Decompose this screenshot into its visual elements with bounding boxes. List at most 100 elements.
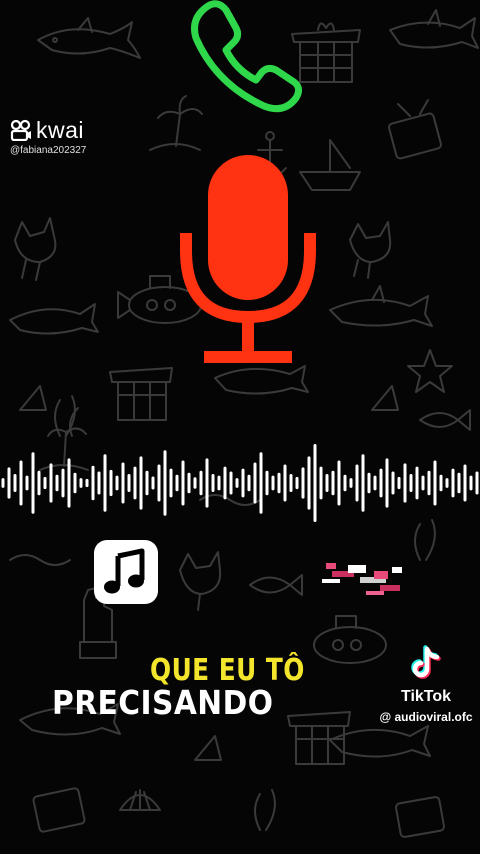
tiktok-brand-name: TikTok xyxy=(400,688,452,705)
waveform-bar xyxy=(187,472,191,494)
cat-doodle xyxy=(14,217,57,281)
phone-icon xyxy=(191,0,303,113)
waveform-bar xyxy=(295,476,299,490)
waveform-bar xyxy=(49,463,53,503)
waveform-bar xyxy=(475,471,479,495)
tiktok-icon xyxy=(411,645,441,679)
waveform-bar xyxy=(415,466,419,500)
waveform-bar xyxy=(241,468,245,498)
fish-doodle xyxy=(249,574,303,596)
waveform-bar xyxy=(13,473,17,493)
waveform-bar xyxy=(97,471,101,495)
waveform-bar xyxy=(145,470,149,496)
waveform-bar xyxy=(463,464,467,502)
waveform-bar xyxy=(223,466,227,500)
shark-doodle xyxy=(389,9,479,49)
tv-doodle xyxy=(388,99,442,160)
waveform-bar xyxy=(319,466,323,500)
waveform-bar xyxy=(343,474,347,492)
shark-doodle xyxy=(214,365,309,395)
waveform-bar xyxy=(457,472,461,494)
waveform-bar xyxy=(235,478,239,488)
waveform-bar xyxy=(211,473,215,493)
waveform-bar xyxy=(277,472,281,494)
waveform-bar xyxy=(169,468,173,498)
shell-doodle xyxy=(119,789,161,811)
waveform-bar xyxy=(79,478,83,488)
waveform-bar xyxy=(61,468,65,498)
waveform-bar xyxy=(289,473,293,493)
waveform-bar xyxy=(199,470,203,496)
waveform-bar xyxy=(307,456,311,510)
waveform-bar xyxy=(313,444,317,522)
waveform-bar xyxy=(91,465,95,501)
waveform-bar xyxy=(361,454,365,512)
waveform-bar xyxy=(121,462,125,504)
kwai-logo: kwai xyxy=(10,117,86,143)
plant-doodle xyxy=(54,395,79,437)
waveform-bar xyxy=(385,458,389,508)
waveform-bar xyxy=(31,452,35,514)
waveform-bar xyxy=(139,456,143,510)
waveform-bar xyxy=(271,475,275,491)
waveform-bar xyxy=(7,467,11,499)
waveform-bar xyxy=(127,473,131,493)
waveform-bar xyxy=(397,476,401,490)
waveform-bar xyxy=(325,473,329,493)
waveform-bar xyxy=(379,468,383,498)
waveform-bar xyxy=(85,478,89,488)
waveform-bar xyxy=(283,464,287,502)
waveform-bar xyxy=(37,470,41,496)
waveform-bar xyxy=(253,462,257,504)
kwai-watermark: kwai @fabiana202327 xyxy=(10,117,86,156)
fish-doodle xyxy=(419,409,471,431)
starfish-doodle xyxy=(407,349,453,393)
waveform-bar xyxy=(181,460,185,506)
waveform-bar xyxy=(55,474,59,492)
waveform-bar xyxy=(367,472,371,494)
waveform-bar xyxy=(421,475,425,491)
waveform-bar xyxy=(403,463,407,503)
waveform-bar xyxy=(451,468,455,498)
tv-doodle xyxy=(395,796,445,838)
waveform-bar xyxy=(43,476,47,490)
waveform-bar xyxy=(19,460,23,506)
shark-doodle xyxy=(9,303,99,335)
glitch-artifact xyxy=(322,563,402,595)
tiktok-username: @ audioviral.ofc xyxy=(379,710,473,724)
waveform-bar xyxy=(205,458,209,508)
waveform-bar xyxy=(67,458,71,508)
waveform-bar xyxy=(25,475,29,491)
waveform-bar xyxy=(301,467,305,499)
waveform-bar xyxy=(193,477,197,489)
waveform-bar xyxy=(157,464,161,502)
waveform-bar xyxy=(373,475,377,491)
gift-box-doodle xyxy=(109,367,173,421)
waveform-bar xyxy=(265,470,269,496)
video-frame: kwai @fabiana202327 QUE EU TÔ PRECISANDO xyxy=(0,0,480,854)
cat-doodle xyxy=(349,221,392,279)
waveform-bar xyxy=(337,460,341,506)
waveform-bar xyxy=(391,471,395,495)
waveform-bar xyxy=(229,471,233,495)
waveform-bar xyxy=(247,474,251,492)
microphone-icon xyxy=(180,155,316,363)
kwai-brand-name: kwai xyxy=(36,117,85,143)
audio-waveform xyxy=(1,444,479,522)
cat-doodle xyxy=(179,551,222,611)
music-note-icon xyxy=(104,548,145,594)
tiktok-watermark: TikTok @ audioviral.ofc xyxy=(372,645,480,724)
kwai-username: @fabiana202327 xyxy=(10,145,87,156)
waveform-bar xyxy=(439,474,443,492)
kwai-icon xyxy=(10,119,31,141)
music-app-icon xyxy=(94,540,158,604)
waveform-bar xyxy=(409,473,413,493)
waveform-bar xyxy=(259,452,263,514)
waveform-bar xyxy=(469,475,473,491)
waveform-bar xyxy=(163,450,167,516)
waveform-bar xyxy=(1,478,5,488)
waveform-bar xyxy=(355,464,359,502)
tv-doodle xyxy=(32,787,86,833)
waveform-bar xyxy=(175,474,179,492)
shark-doodle xyxy=(329,285,433,327)
